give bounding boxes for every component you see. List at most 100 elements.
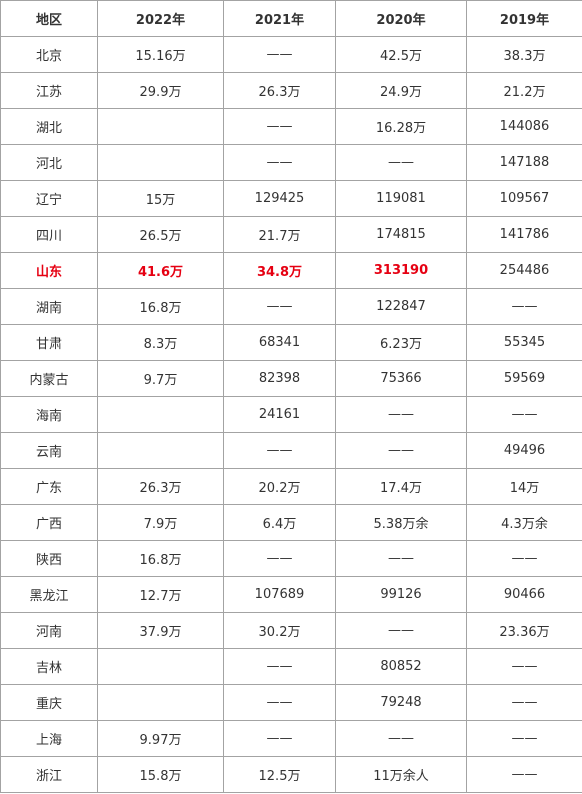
cell-2022: 16.8万: [97, 288, 224, 325]
cell-2022: 8.3万: [97, 324, 224, 361]
cell-2019: 55345: [466, 324, 582, 361]
cell-2020: 79248: [335, 684, 467, 721]
cell-region: 陕西: [0, 540, 98, 577]
cell-region: 山东: [0, 252, 98, 289]
cell-2019: 109567: [466, 180, 582, 217]
cell-2020: 6.23万: [335, 324, 467, 361]
cell-2022: 9.97万: [97, 720, 224, 757]
cell-2021: 129425: [223, 180, 336, 217]
cell-region: 上海: [0, 720, 98, 757]
cell-region: 云南: [0, 432, 98, 469]
cell-2020: 122847: [335, 288, 467, 325]
cell-2019: 38.3万: [466, 36, 582, 73]
cell-region: 吉林: [0, 648, 98, 685]
cell-2022: 26.5万: [97, 216, 224, 253]
table-row: 河北 —— —— 147188: [0, 144, 582, 181]
cell-2022: 15.8万: [97, 756, 224, 793]
cell-2021: ——: [223, 144, 336, 181]
cell-2019: ——: [466, 288, 582, 325]
cell-2022: 29.9万: [97, 72, 224, 109]
cell-region: 河南: [0, 612, 98, 649]
header-2021: 2021年: [223, 0, 336, 37]
cell-2022: 26.3万: [97, 468, 224, 505]
cell-2020: ——: [335, 720, 467, 757]
cell-2019: ——: [466, 540, 582, 577]
table-row: 甘肃 8.3万 68341 6.23万 55345: [0, 324, 582, 361]
cell-2021: 20.2万: [223, 468, 336, 505]
cell-2022: [97, 648, 224, 685]
cell-2020: ——: [335, 612, 467, 649]
table-row: 上海 9.97万 —— —— ——: [0, 720, 582, 757]
table-row: 陕西 16.8万 —— —— ——: [0, 540, 582, 577]
table-row: 辽宁 15万 129425 119081 109567: [0, 180, 582, 217]
cell-2021: ——: [223, 684, 336, 721]
table-row: 重庆 —— 79248 ——: [0, 684, 582, 721]
cell-2020: 16.28万: [335, 108, 467, 145]
cell-2020: 75366: [335, 360, 467, 397]
header-row: 地区 2022年 2021年 2020年 2019年: [0, 0, 582, 37]
cell-2019: 254486: [466, 252, 582, 289]
cell-2019: ——: [466, 396, 582, 433]
header-2019: 2019年: [466, 0, 582, 37]
table-row: 湖北 —— 16.28万 144086: [0, 108, 582, 145]
cell-2021: 6.4万: [223, 504, 336, 541]
table-row: 浙江 15.8万 12.5万 11万余人 ——: [0, 756, 582, 793]
cell-2021: 82398: [223, 360, 336, 397]
cell-2022: 15万: [97, 180, 224, 217]
cell-2021: 12.5万: [223, 756, 336, 793]
cell-region: 浙江: [0, 756, 98, 793]
cell-2020: 119081: [335, 180, 467, 217]
cell-2021: 68341: [223, 324, 336, 361]
cell-2021: 21.7万: [223, 216, 336, 253]
cell-2022: [97, 432, 224, 469]
cell-2019: ——: [466, 684, 582, 721]
table-row-highlighted: 山东 41.6万 34.8万 313190 254486: [0, 252, 582, 289]
table-row: 吉林 —— 80852 ——: [0, 648, 582, 685]
cell-2022: 37.9万: [97, 612, 224, 649]
cell-2020: 313190: [335, 252, 467, 289]
table-row: 黑龙江 12.7万 107689 99126 90466: [0, 576, 582, 613]
cell-2019: ——: [466, 756, 582, 793]
cell-2020: ——: [335, 432, 467, 469]
cell-2022: 15.16万: [97, 36, 224, 73]
cell-region: 江苏: [0, 72, 98, 109]
cell-2020: 80852: [335, 648, 467, 685]
cell-2019: 23.36万: [466, 612, 582, 649]
cell-2021: 30.2万: [223, 612, 336, 649]
table-row: 江苏 29.9万 26.3万 24.9万 21.2万: [0, 72, 582, 109]
cell-2022: [97, 396, 224, 433]
cell-2022: 7.9万: [97, 504, 224, 541]
cell-2021: 24161: [223, 396, 336, 433]
cell-2020: 24.9万: [335, 72, 467, 109]
cell-2020: 5.38万余: [335, 504, 467, 541]
cell-2022: [97, 108, 224, 145]
cell-region: 广西: [0, 504, 98, 541]
cell-region: 辽宁: [0, 180, 98, 217]
cell-region: 海南: [0, 396, 98, 433]
cell-2021: 26.3万: [223, 72, 336, 109]
cell-2021: ——: [223, 36, 336, 73]
cell-2021: ——: [223, 288, 336, 325]
cell-region: 重庆: [0, 684, 98, 721]
header-2022: 2022年: [97, 0, 224, 37]
cell-2019: 144086: [466, 108, 582, 145]
cell-region: 北京: [0, 36, 98, 73]
cell-region: 湖北: [0, 108, 98, 145]
cell-region: 四川: [0, 216, 98, 253]
table-body: 北京 15.16万 —— 42.5万 38.3万 江苏 29.9万 26.3万 24.9万 21.…: [0, 36, 582, 793]
table-row: 云南 —— —— 49496: [0, 432, 582, 469]
cell-2022: [97, 684, 224, 721]
cell-region: 黑龙江: [0, 576, 98, 613]
cell-2019: 49496: [466, 432, 582, 469]
table-row: 海南 24161 —— ——: [0, 396, 582, 433]
cell-2021: ——: [223, 720, 336, 757]
table-row: 湖南 16.8万 —— 122847 ——: [0, 288, 582, 325]
table-row: 内蒙古 9.7万 82398 75366 59569: [0, 360, 582, 397]
cell-2019: 141786: [466, 216, 582, 253]
cell-2020: 99126: [335, 576, 467, 613]
cell-2021: ——: [223, 432, 336, 469]
table-row: 北京 15.16万 —— 42.5万 38.3万: [0, 36, 582, 73]
cell-2020: 17.4万: [335, 468, 467, 505]
cell-2019: ——: [466, 720, 582, 757]
cell-region: 河北: [0, 144, 98, 181]
